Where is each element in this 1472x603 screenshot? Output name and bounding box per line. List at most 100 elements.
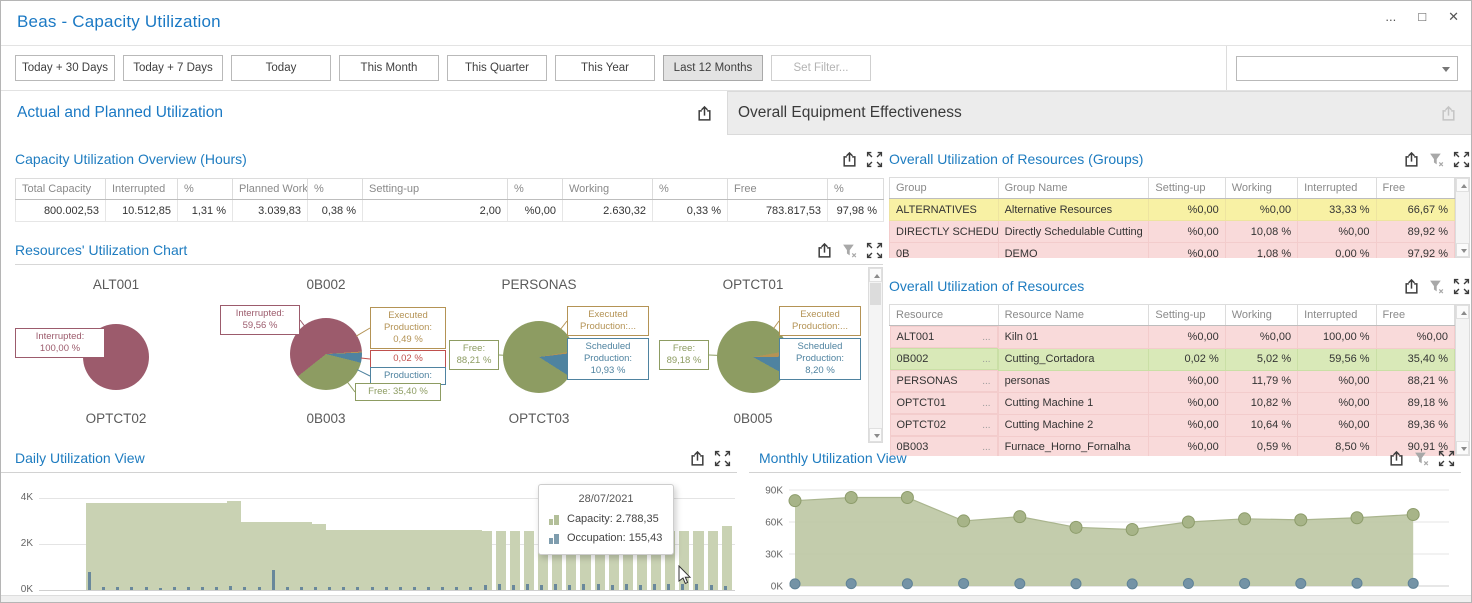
column-header[interactable]: Free: [1376, 305, 1454, 326]
column-header[interactable]: Planned Work: [233, 179, 308, 200]
expand-icon[interactable]: [1453, 278, 1470, 295]
scrollbar-thumb[interactable]: [870, 283, 881, 305]
row-ellipsis-button[interactable]: ...: [982, 354, 990, 365]
column-header[interactable]: Interrupted: [1298, 305, 1376, 326]
daily-bar: [298, 498, 312, 590]
pie-0b002[interactable]: [290, 318, 362, 390]
resource-filter-combobox[interactable]: [1236, 56, 1458, 81]
export-icon[interactable]: [696, 105, 713, 122]
column-header[interactable]: Interrupted: [106, 179, 178, 200]
table-cell: 59,56 %: [1298, 348, 1376, 370]
window-more-button[interactable]: ...: [1385, 9, 1396, 25]
chevron-down-icon[interactable]: [1442, 67, 1450, 72]
filter-clear-icon[interactable]: [1428, 151, 1445, 168]
column-header[interactable]: Resource: [890, 305, 999, 326]
export-icon[interactable]: [1403, 151, 1420, 168]
column-header[interactable]: Setting-up: [1149, 178, 1225, 199]
table-cell: %0,00: [1298, 414, 1376, 436]
expand-icon[interactable]: [1453, 151, 1470, 168]
daily-bar: [143, 498, 157, 590]
table-row[interactable]: 0B002...Cutting_Cortadora0,02 %5,02 %59,…: [890, 348, 1455, 370]
title-bar: Beas - Capacity Utilization ... □ ✕: [1, 1, 1471, 46]
groups-scrollbar[interactable]: [1455, 177, 1470, 258]
filter-clear-icon[interactable]: [1428, 278, 1445, 295]
column-header[interactable]: Working: [563, 179, 653, 200]
table-row[interactable]: DIRECTLY SCHEDU...Directly Schedulable C…: [890, 221, 1455, 243]
table-cell: %0,00: [508, 200, 563, 222]
table-row[interactable]: ALTERNATIVESAlternative Resources%0,00%0…: [890, 199, 1455, 221]
pie-chart-area[interactable]: ALT001Interrupted:100,00 %0B002Interrupt…: [15, 264, 883, 444]
column-header[interactable]: Free: [1376, 178, 1454, 199]
export-icon[interactable]: [1388, 450, 1405, 467]
row-ellipsis-button[interactable]: ...: [982, 420, 990, 431]
column-header[interactable]: Working: [1225, 178, 1297, 199]
pie-resource-title: 0B005: [683, 411, 823, 426]
row-ellipsis-button[interactable]: ...: [982, 398, 990, 409]
resources-scrollbar[interactable]: [1455, 304, 1470, 456]
groups-table: GroupGroup NameSetting-upWorkingInterrup…: [889, 177, 1455, 258]
expand-icon[interactable]: [1438, 450, 1455, 467]
export-icon[interactable]: [1403, 278, 1420, 295]
expand-icon[interactable]: [866, 151, 883, 168]
filter-clear-icon[interactable]: [1413, 450, 1430, 467]
row-ellipsis-button[interactable]: ...: [982, 332, 990, 343]
tab-label: Actual and Planned Utilization: [17, 104, 223, 122]
table-row[interactable]: OPTCT01...Cutting Machine 1%0,0010,82 %%…: [890, 392, 1455, 414]
filter-button-this-month[interactable]: This Month: [339, 55, 439, 81]
row-ellipsis-button[interactable]: ...: [982, 376, 990, 387]
filter-clear-icon[interactable]: [841, 242, 858, 259]
tab-actual-planned-utilization[interactable]: Actual and Planned Utilization: [1, 91, 727, 135]
column-header[interactable]: %: [178, 179, 233, 200]
export-icon[interactable]: [841, 151, 858, 168]
tab-overall-equipment-effectiveness[interactable]: Overall Equipment Effectiveness: [727, 91, 1471, 135]
export-icon[interactable]: [816, 242, 833, 259]
filter-button-today[interactable]: Today: [231, 55, 331, 81]
column-header[interactable]: Working: [1225, 305, 1297, 326]
expand-icon[interactable]: [866, 242, 883, 259]
filter-button-today-7-days[interactable]: Today + 7 Days: [123, 55, 223, 81]
table-row[interactable]: OPTCT02...Cutting Machine 2%0,0010,64 %%…: [890, 414, 1455, 436]
column-header[interactable]: Setting-up: [363, 179, 508, 200]
scroll-up-button[interactable]: [1456, 178, 1469, 192]
column-header[interactable]: Free: [728, 179, 828, 200]
export-icon[interactable]: [1440, 105, 1457, 122]
column-header[interactable]: Total Capacity: [16, 179, 106, 200]
daily-bar: [100, 498, 114, 590]
scroll-down-button[interactable]: [869, 428, 882, 442]
chart-tooltip: 28/07/2021 Capacity: 2.788,35 Occupation…: [538, 484, 674, 555]
pie-callout: ScheduledProduction:10,93 %: [567, 338, 649, 380]
column-header[interactable]: Group: [890, 178, 999, 199]
column-header[interactable]: Resource Name: [998, 305, 1149, 326]
column-header[interactable]: Setting-up: [1149, 305, 1225, 326]
pie-scrollbar[interactable]: [868, 267, 883, 443]
pie-personas[interactable]: [503, 321, 575, 393]
pie-resource-title: PERSONAS: [469, 277, 609, 292]
monthly-area-chart[interactable]: 90K60K30K0K: [749, 481, 1465, 598]
toolbar-divider: [1226, 46, 1227, 90]
column-header[interactable]: Group Name: [998, 178, 1149, 199]
column-header[interactable]: %: [828, 179, 884, 200]
table-row[interactable]: PERSONAS...personas%0,0011,79 %%0,0088,2…: [890, 370, 1455, 392]
filter-button-last-12-months[interactable]: Last 12 Months: [663, 55, 763, 81]
column-header[interactable]: Interrupted: [1298, 178, 1376, 199]
column-header[interactable]: %: [653, 179, 728, 200]
table-cell: %0,00: [1149, 414, 1225, 436]
column-header[interactable]: %: [508, 179, 563, 200]
expand-icon[interactable]: [714, 450, 731, 467]
filter-button-this-year[interactable]: This Year: [555, 55, 655, 81]
scroll-up-button[interactable]: [1456, 305, 1469, 319]
table-row[interactable]: 800.002,5310.512,851,31 %3.039,830,38 %2…: [16, 200, 884, 222]
filter-button-today-30-days[interactable]: Today + 30 Days: [15, 55, 115, 81]
pie-callout: ExecutedProduction:...: [779, 306, 861, 336]
export-icon[interactable]: [689, 450, 706, 467]
filter-button-set-filter-[interactable]: Set Filter...: [771, 55, 871, 81]
scroll-down-button[interactable]: [1456, 243, 1469, 257]
tab-strip: Actual and Planned Utilization Overall E…: [1, 91, 1471, 135]
window-maximize-button[interactable]: □: [1418, 9, 1426, 25]
scroll-up-button[interactable]: [869, 268, 882, 282]
window-close-button[interactable]: ✕: [1448, 9, 1459, 25]
table-row[interactable]: ALT001...Kiln 01%0,00%0,00100,00 %%0,00: [890, 326, 1455, 349]
table-row[interactable]: 0BDEMO%0,001,08 %0,00 %97,92 %: [890, 243, 1455, 259]
filter-button-this-quarter[interactable]: This Quarter: [447, 55, 547, 81]
column-header[interactable]: %: [308, 179, 363, 200]
